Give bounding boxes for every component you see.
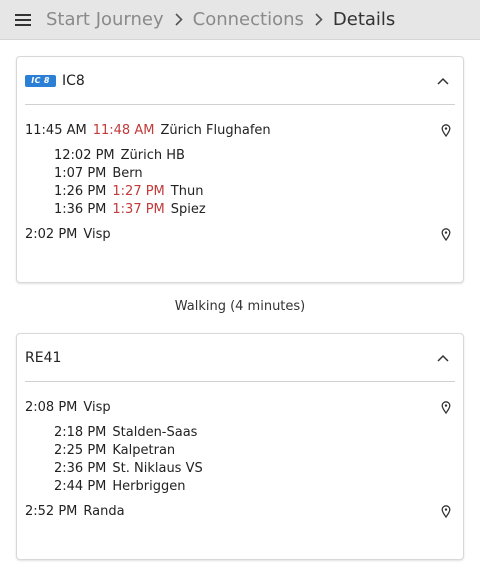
journey-leg-card-re41: RE41 2:08 PM Visp 2:18 PM Stalden-Saas 2… bbox=[16, 333, 464, 560]
stop-time: 1:07 PM bbox=[54, 165, 107, 181]
walking-transfer-note: Walking (4 minutes) bbox=[174, 299, 306, 314]
chevron-right-icon bbox=[315, 13, 323, 26]
hamburger-menu-icon bbox=[15, 13, 31, 26]
stop-name: Kalpetran bbox=[112, 442, 176, 458]
stop-time: 2:36 PM bbox=[54, 460, 107, 476]
leg-header[interactable]: IC 8 IC8 bbox=[25, 57, 455, 105]
stop-time: 11:45 AM bbox=[25, 122, 87, 138]
stop-name: Stalden-Saas bbox=[112, 424, 198, 440]
map-pin-icon[interactable] bbox=[437, 225, 455, 243]
train-line-name: RE41 bbox=[25, 349, 62, 366]
train-type-badge-label: IC 8 bbox=[31, 76, 50, 85]
stop-time: 12:02 PM bbox=[54, 147, 115, 163]
breadcrumb-connections[interactable]: Connections bbox=[193, 9, 304, 30]
stop-time: 2:52 PM bbox=[25, 503, 78, 519]
stop-time: 1:36 PM bbox=[54, 201, 107, 217]
breadcrumb-start-journey[interactable]: Start Journey bbox=[46, 9, 164, 30]
delayed-time: 1:27 PM bbox=[112, 183, 165, 199]
intermediate-stop-row: 2:18 PM Stalden-Saas bbox=[54, 423, 455, 441]
intermediate-stop-row: 1:07 PM Bern bbox=[54, 164, 455, 182]
arrival-row: 2:52 PM Randa bbox=[25, 502, 455, 520]
stop-name: Thun bbox=[170, 183, 204, 199]
map-pin-icon[interactable] bbox=[437, 121, 455, 139]
stop-time: 2:08 PM bbox=[25, 399, 78, 415]
stop-name: Visp bbox=[83, 226, 111, 242]
intermediate-stop-row: 2:36 PM St. Niklaus VS bbox=[54, 459, 455, 477]
stop-name: Spiez bbox=[170, 201, 206, 217]
breadcrumb: Start Journey Connections Details bbox=[46, 9, 395, 30]
chevron-right-icon bbox=[175, 13, 183, 26]
delayed-time: 11:48 AM bbox=[92, 122, 155, 138]
chevron-up-icon bbox=[437, 354, 449, 362]
departure-row: 2:08 PM Visp bbox=[25, 398, 455, 416]
stop-time: 2:25 PM bbox=[54, 442, 107, 458]
stop-name: St. Niklaus VS bbox=[112, 460, 203, 476]
intermediate-stop-row: 12:02 PM Zürich HB bbox=[54, 146, 455, 164]
intermediate-stop-row: 1:36 PM 1:37 PM Spiez bbox=[54, 200, 455, 218]
chevron-up-icon bbox=[437, 77, 449, 85]
stop-name: Zürich Flughafen bbox=[160, 122, 271, 138]
leg-header[interactable]: RE41 bbox=[25, 334, 455, 382]
stop-time: 2:44 PM bbox=[54, 478, 107, 494]
delayed-time: 1:37 PM bbox=[112, 201, 165, 217]
departure-row: 11:45 AM 11:48 AM Zürich Flughafen bbox=[25, 121, 455, 139]
collapse-button[interactable] bbox=[431, 69, 455, 93]
stop-time: 1:26 PM bbox=[54, 183, 107, 199]
menu-button[interactable] bbox=[0, 0, 46, 40]
stop-name: Zürich HB bbox=[120, 147, 185, 163]
intermediate-stop-row: 1:26 PM 1:27 PM Thun bbox=[54, 182, 455, 200]
intermediate-stop-row: 2:44 PM Herbriggen bbox=[54, 477, 455, 495]
stop-name: Randa bbox=[83, 503, 125, 519]
breadcrumb-details: Details bbox=[332, 9, 396, 30]
stop-time: 2:18 PM bbox=[54, 424, 107, 440]
train-line-name: IC8 bbox=[62, 72, 85, 89]
map-pin-icon[interactable] bbox=[437, 398, 455, 416]
stop-name: Visp bbox=[83, 399, 111, 415]
journey-leg-card-ic8: IC 8 IC8 11:45 AM 11:48 AM Zürich Flugha… bbox=[16, 56, 464, 283]
app-header: Start Journey Connections Details bbox=[0, 0, 480, 40]
map-pin-icon[interactable] bbox=[437, 502, 455, 520]
intermediate-stop-row: 2:25 PM Kalpetran bbox=[54, 441, 455, 459]
stop-name: Bern bbox=[112, 165, 143, 181]
collapse-button[interactable] bbox=[431, 346, 455, 370]
stop-name: Herbriggen bbox=[112, 478, 186, 494]
train-type-badge: IC 8 bbox=[25, 74, 56, 87]
stop-time: 2:02 PM bbox=[25, 226, 78, 242]
arrival-row: 2:02 PM Visp bbox=[25, 225, 455, 243]
